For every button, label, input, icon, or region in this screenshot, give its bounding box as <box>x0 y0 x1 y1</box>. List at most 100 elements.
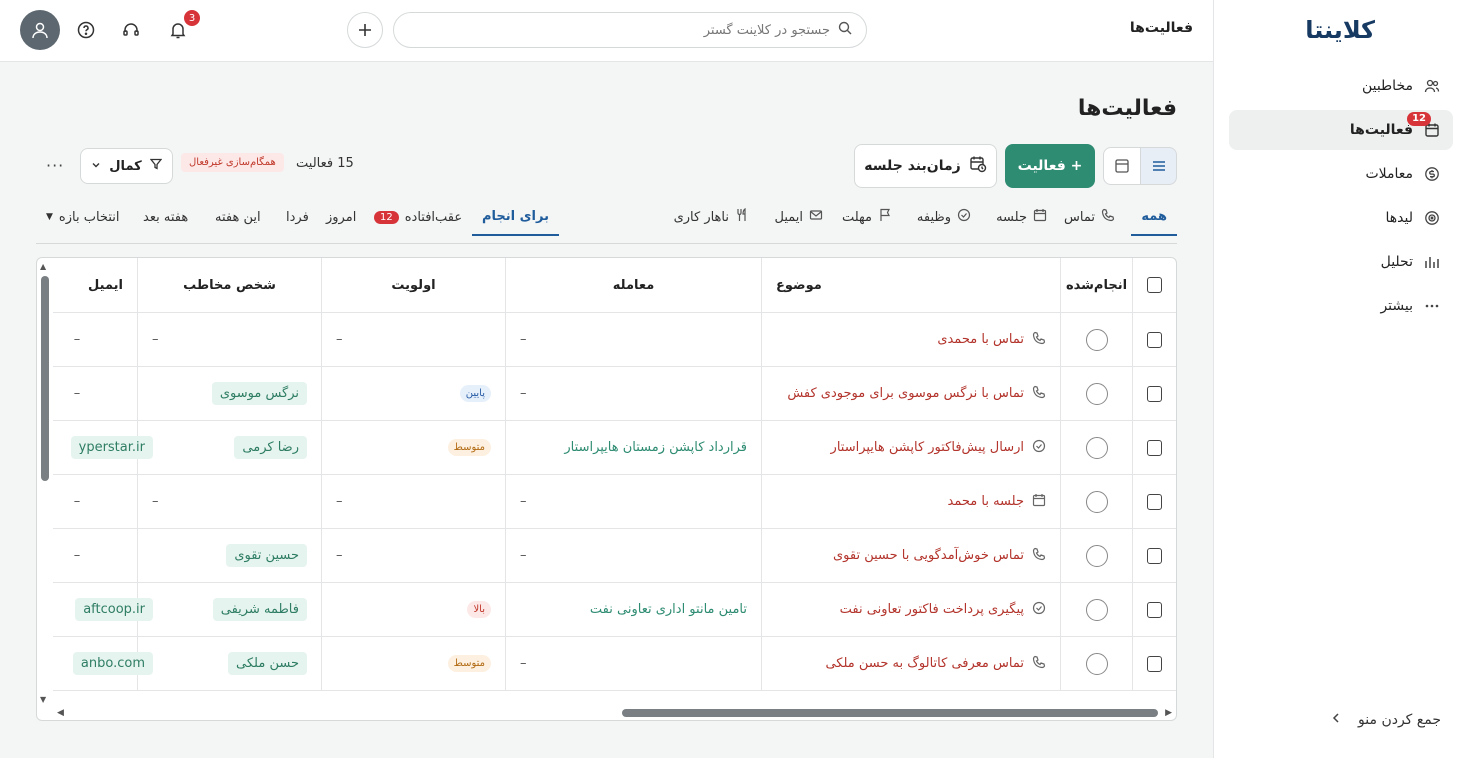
search-placeholder: جستجو در کلاینت گستر <box>703 22 830 38</box>
person-chip[interactable]: حسن ملکی <box>228 652 307 675</box>
mark-done-toggle[interactable] <box>1085 490 1108 513</box>
row-checkbox[interactable] <box>1147 439 1162 456</box>
header-email[interactable]: ایمیل <box>37 258 137 312</box>
person-chip[interactable]: فاطمه شریفی <box>212 598 307 621</box>
tab-overdue[interactable]: عقب‌افتاده 12 <box>374 198 462 236</box>
tab-all[interactable]: همه <box>1131 198 1177 236</box>
table-row[interactable]: ارسال پیش‌فاکتور کاپشن هایپراستار قراردا… <box>53 421 1176 475</box>
header-priority[interactable]: اولویت <box>321 258 505 312</box>
support-button[interactable] <box>117 16 145 44</box>
deal-link[interactable]: تامین مانتو اداری تعاونی نفت <box>590 602 747 617</box>
sidebar-item-label: لیدها <box>1385 210 1414 226</box>
header-person[interactable]: شخص مخاطب <box>137 258 321 312</box>
subject-link[interactable]: پیگیری پرداخت فاکتور تعاونی نفت <box>840 601 1046 619</box>
table-row[interactable]: تماس معرفی کاتالوگ به حسن ملکی – متوسط ح… <box>53 637 1176 691</box>
scroll-down-arrow[interactable]: ▼ <box>40 695 46 704</box>
collapse-menu-button[interactable]: جمع کردن منو <box>1330 712 1441 728</box>
horizontal-scrollbar[interactable] <box>622 709 1158 717</box>
subject-link[interactable]: تماس با محمدی <box>937 331 1046 349</box>
row-checkbox[interactable] <box>1147 655 1162 672</box>
person-chip[interactable]: حسین تقوی <box>226 544 307 567</box>
subject-link[interactable]: تماس خوش‌آمدگویی با حسین تقوی <box>833 547 1046 565</box>
row-checkbox[interactable] <box>1147 601 1162 618</box>
person-cell: رضا کرمی <box>137 421 321 474</box>
schedule-meeting-button[interactable]: زمان‌بند جلسه <box>854 144 997 188</box>
person-cell: نرگس موسوی <box>137 367 321 420</box>
deal-link[interactable]: قرارداد کاپشن زمستان هایپراستار <box>564 440 747 455</box>
tab-deadline[interactable]: مهلت <box>842 198 892 236</box>
sidebar-item-contacts[interactable]: مخاطبین <box>1229 66 1453 106</box>
sidebar-item-analytics[interactable]: تحلیل <box>1229 242 1453 282</box>
mark-done-toggle[interactable] <box>1085 652 1108 675</box>
list-view-button[interactable] <box>1140 147 1177 185</box>
quick-add-button[interactable] <box>347 12 383 48</box>
calendar-view-button[interactable] <box>1103 147 1141 185</box>
deal-cell: قرارداد کاپشن زمستان هایپراستار <box>505 421 761 474</box>
tab-email[interactable]: ایمیل <box>774 198 823 236</box>
mark-done-toggle[interactable] <box>1085 544 1108 567</box>
more-options-button[interactable]: ··· <box>46 156 64 175</box>
mark-done-toggle[interactable] <box>1085 382 1108 405</box>
sidebar-item-activities[interactable]: 12 فعالیت‌ها <box>1229 110 1453 150</box>
mark-done-toggle[interactable] <box>1085 436 1108 459</box>
row-select-cell <box>1132 529 1176 582</box>
scroll-right-arrow[interactable]: ▶ <box>1165 708 1172 718</box>
tab-date-range[interactable]: انتخاب بازه ▼ <box>46 198 119 236</box>
header-deal[interactable]: معامله <box>505 258 761 312</box>
sidebar-item-more[interactable]: بیشتر <box>1229 286 1453 326</box>
tab-tomorrow[interactable]: فردا <box>286 198 309 236</box>
empty-value: – <box>73 494 81 509</box>
mark-done-toggle[interactable] <box>1085 598 1108 621</box>
row-checkbox[interactable] <box>1147 547 1162 564</box>
table-row[interactable]: تماس با نرگس موسوی برای موجودی کفش – پای… <box>53 367 1176 421</box>
tab-next-week[interactable]: هفته بعد <box>143 198 188 236</box>
scroll-left-arrow[interactable]: ◀ <box>57 708 64 718</box>
tab-task[interactable]: وظیفه <box>917 198 971 236</box>
tab-call[interactable]: تماس <box>1064 198 1115 236</box>
search-input[interactable]: جستجو در کلاینت گستر <box>393 12 867 48</box>
notifications-button[interactable]: 3 <box>164 10 200 44</box>
avatar[interactable] <box>20 10 60 50</box>
email-chip[interactable]: anbo.com <box>72 652 153 675</box>
header-subject[interactable]: موضوع <box>761 258 1060 312</box>
mark-done-toggle[interactable] <box>1085 328 1108 351</box>
subject-link[interactable]: ارسال پیش‌فاکتور کاپشن هایپراستار <box>831 439 1046 457</box>
email-cell: – <box>37 367 137 420</box>
table-row[interactable]: تماس با محمدی – – – – <box>53 313 1176 367</box>
subject-link[interactable]: تماس با نرگس موسوی برای موجودی کفش <box>787 385 1046 403</box>
table-row[interactable]: تماس خوش‌آمدگویی با حسین تقوی – – حسین ت… <box>53 529 1176 583</box>
table-row[interactable]: پیگیری پرداخت فاکتور تعاونی نفت تامین ما… <box>53 583 1176 637</box>
schedule-meeting-label: زمان‌بند جلسه <box>864 158 961 174</box>
person-chip[interactable]: نرگس موسوی <box>211 382 307 405</box>
subject-link[interactable]: تماس معرفی کاتالوگ به حسن ملکی <box>825 655 1046 673</box>
row-checkbox[interactable] <box>1147 331 1162 348</box>
person-chip[interactable]: رضا کرمی <box>234 436 307 459</box>
tab-today[interactable]: امروز <box>326 198 356 236</box>
subject-cell: تماس با نرگس موسوی برای موجودی کفش <box>761 367 1060 420</box>
tab-this-week[interactable]: این هفته <box>215 198 261 236</box>
tab-to-do[interactable]: برای انجام <box>472 198 559 236</box>
select-all-checkbox[interactable] <box>1147 277 1162 293</box>
email-chip[interactable]: aftcoop.ir <box>75 598 153 621</box>
filter-button[interactable]: کمال <box>80 148 173 184</box>
row-checkbox[interactable] <box>1147 385 1162 402</box>
table-row[interactable]: جلسه با محمد – – – – <box>53 475 1176 529</box>
add-activity-button[interactable]: + فعالیت <box>1005 144 1095 188</box>
help-button[interactable] <box>72 16 100 44</box>
person-cell: – <box>137 313 321 366</box>
vertical-scrollbar[interactable] <box>41 276 49 481</box>
app-logo[interactable]: کلاینتا <box>1305 16 1376 44</box>
email-chip[interactable]: yperstar.ir <box>70 436 153 459</box>
sidebar-item-leads[interactable]: لیدها <box>1229 198 1453 238</box>
sidebar-item-deals[interactable]: معاملات <box>1229 154 1453 194</box>
priority-badge: متوسط <box>447 655 491 672</box>
bell-icon <box>170 23 186 39</box>
tab-meeting[interactable]: جلسه <box>996 198 1047 236</box>
subject-link[interactable]: جلسه با محمد <box>948 493 1046 511</box>
plus-icon <box>359 24 371 36</box>
scroll-up-arrow[interactable]: ▲ <box>40 262 46 271</box>
activity-tabs: همه تماس جلسه وظیفه مهلت ایمیل ناهار کار… <box>36 198 1177 244</box>
row-checkbox[interactable] <box>1147 493 1162 510</box>
tab-lunch[interactable]: ناهار کاری <box>674 198 749 236</box>
header-done[interactable]: انجام‌شده <box>1060 258 1132 312</box>
